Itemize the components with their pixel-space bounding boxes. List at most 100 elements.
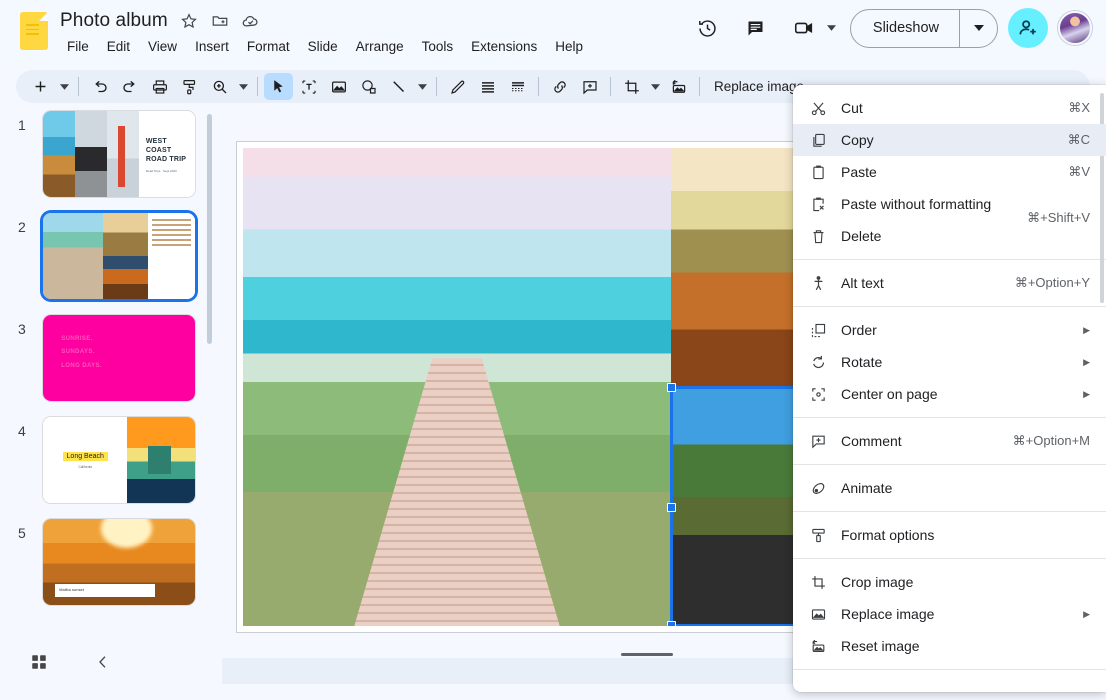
context-menu-item-crop-image[interactable]: Crop image — [793, 566, 1106, 598]
submenu-arrow-icon: ▶ — [1083, 357, 1090, 368]
undo-icon[interactable] — [85, 73, 114, 100]
menu-insert[interactable]: Insert — [188, 37, 236, 56]
context-menu-label: Reset image — [841, 638, 1090, 654]
image-icon[interactable] — [324, 73, 353, 100]
context-menu-item-order[interactable]: Order ▶ — [793, 314, 1106, 346]
menu-edit[interactable]: Edit — [100, 37, 137, 56]
speaker-notes-drag-handle[interactable] — [621, 653, 673, 656]
list-item[interactable]: 2 — [0, 212, 222, 314]
slide-thumbnail-2[interactable] — [43, 213, 195, 299]
context-menu-item-rotate[interactable]: Rotate ▶ — [793, 346, 1106, 378]
slide-number: 1 — [18, 117, 26, 133]
menu-file[interactable]: File — [60, 37, 96, 56]
share-person-add-icon[interactable] — [1008, 8, 1048, 48]
resize-handle-top-left[interactable] — [667, 383, 676, 392]
meet-button[interactable] — [785, 9, 840, 47]
collapse-chevron-icon[interactable] — [88, 647, 118, 677]
context-menu-item-format-options[interactable]: Format options — [793, 519, 1106, 551]
context-menu-item-reset-image[interactable]: Reset image — [793, 630, 1106, 662]
image-context-menu: Cut ⌘X Copy ⌘C Paste ⌘V Paste without fo… — [793, 85, 1106, 692]
menu-arrange[interactable]: Arrange — [349, 37, 411, 56]
context-menu-item-paste[interactable]: Paste ⌘V — [793, 156, 1106, 188]
panel-footer — [0, 644, 222, 680]
context-menu-item-animate[interactable]: Animate — [793, 472, 1106, 504]
context-menu-divider — [793, 417, 1106, 418]
cloud-saved-icon[interactable] — [241, 11, 261, 31]
menu-tools[interactable]: Tools — [415, 37, 461, 56]
resize-handle-bottom-left[interactable] — [667, 621, 676, 626]
menu-help[interactable]: Help — [548, 37, 590, 56]
context-menu-item-delete[interactable]: Delete — [793, 220, 1106, 252]
context-menu-label: Alt text — [841, 275, 1015, 291]
menu-view[interactable]: View — [141, 37, 184, 56]
paint-format-icon[interactable] — [175, 73, 204, 100]
slide-thumbnail-3[interactable]: SUNRISE. SUNDAYS. LONG DAYS. — [43, 315, 195, 401]
context-menu-item-cut[interactable]: Cut ⌘X — [793, 92, 1106, 124]
page-title[interactable]: Photo album — [60, 10, 168, 32]
grid-view-icon[interactable] — [24, 647, 54, 677]
list-item[interactable]: 1 WEST COAST ROAD TRIP Road Trips · Sept… — [0, 110, 222, 212]
reset-image-icon[interactable] — [664, 73, 693, 100]
crop-icon — [807, 572, 829, 592]
crop-chevron-down-icon[interactable] — [647, 73, 663, 100]
context-menu-item-center-on-page[interactable]: Center on page ▶ — [793, 378, 1106, 410]
beach-boardwalk-photo[interactable] — [243, 148, 671, 626]
new-slide-chevron-down-icon[interactable] — [56, 73, 72, 100]
redo-icon[interactable] — [115, 73, 144, 100]
toolbar-divider — [257, 77, 258, 96]
context-menu-label: Crop image — [841, 574, 1090, 590]
print-icon[interactable] — [145, 73, 174, 100]
reset-image-icon — [807, 636, 829, 656]
slide-thumbnail-5[interactable]: Malibu sunset — [43, 519, 195, 605]
slideshow-button[interactable]: Slideshow — [851, 10, 959, 47]
context-menu-label: Copy — [841, 132, 1068, 148]
cursor-arrow-icon[interactable] — [264, 73, 293, 100]
menu-extensions[interactable]: Extensions — [464, 37, 544, 56]
context-menu-item-comment[interactable]: Comment ⌘+Option+M — [793, 425, 1106, 457]
line-icon[interactable] — [384, 73, 413, 100]
slide-thumbnail-1[interactable]: WEST COAST ROAD TRIP Road Trips · Sept 2… — [43, 111, 195, 197]
zoom-chevron-down-icon[interactable] — [235, 73, 251, 100]
version-history-icon[interactable] — [689, 9, 727, 47]
resize-handle-middle-left[interactable] — [667, 503, 676, 512]
text-box-icon[interactable] — [294, 73, 323, 100]
pen-icon[interactable] — [443, 73, 472, 100]
slide5-caption: Malibu sunset — [55, 584, 155, 597]
crop-icon[interactable] — [617, 73, 646, 100]
avatar[interactable] — [1058, 11, 1092, 45]
slideshow-chevron-down-icon[interactable] — [959, 10, 997, 47]
context-menu-item-copy[interactable]: Copy ⌘C — [793, 124, 1106, 156]
toolbar-divider — [610, 77, 611, 96]
comment-plus-icon[interactable] — [575, 73, 604, 100]
meet-camera-icon[interactable] — [785, 9, 823, 47]
lines-icon[interactable] — [473, 73, 502, 100]
context-menu-item-replace-image[interactable]: Replace image ▶ — [793, 598, 1106, 630]
slide-thumbnail-4[interactable]: Long Beach California — [43, 417, 195, 503]
link-icon[interactable] — [545, 73, 574, 100]
menu-format[interactable]: Format — [240, 37, 297, 56]
format-options-icon — [807, 525, 829, 545]
move-to-folder-icon[interactable] — [210, 11, 230, 31]
line-chevron-down-icon[interactable] — [414, 73, 430, 100]
menu-slide[interactable]: Slide — [301, 37, 345, 56]
context-menu-label: Animate — [841, 480, 1090, 496]
context-menu-label: Center on page — [841, 386, 1075, 402]
list-item[interactable]: 3 SUNRISE. SUNDAYS. LONG DAYS. — [0, 314, 222, 416]
meet-chevron-down-icon[interactable] — [824, 15, 840, 42]
list-item[interactable]: 4 Long Beach California — [0, 416, 222, 518]
submenu-arrow-icon: ▶ — [1083, 389, 1090, 400]
layout-icon[interactable] — [503, 73, 532, 100]
shape-icon[interactable] — [354, 73, 383, 100]
copy-icon — [807, 130, 829, 150]
context-menu-shortcut: ⌘+Option+Y — [1015, 275, 1090, 291]
list-item[interactable]: 5 Malibu sunset — [0, 518, 222, 620]
plus-icon[interactable] — [26, 73, 55, 100]
context-menu-label: Comment — [841, 433, 1013, 449]
context-menu-item-paste-without-formatting[interactable]: Paste without formatting ⌘+Shift+V — [793, 188, 1106, 220]
context-menu-item-alt-text[interactable]: Alt text ⌘+Option+Y — [793, 267, 1106, 299]
slide4-tag: Long Beach — [63, 452, 108, 461]
zoom-icon[interactable] — [205, 73, 234, 100]
star-icon[interactable] — [179, 11, 199, 31]
comment-history-icon[interactable] — [737, 9, 775, 47]
paste-plain-icon — [807, 194, 829, 214]
